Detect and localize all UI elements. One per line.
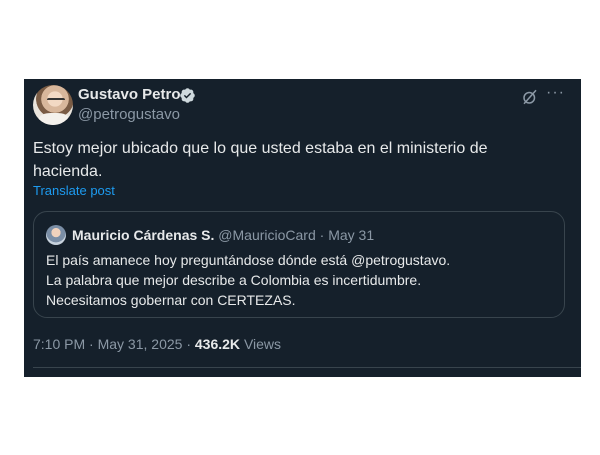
- views-count: 436.2K: [194, 336, 241, 352]
- avatar-glasses: [47, 98, 65, 104]
- quoted-author-name[interactable]: Mauricio Cárdenas S.: [72, 227, 214, 243]
- translate-link[interactable]: Translate post: [33, 183, 115, 199]
- divider: [33, 367, 581, 368]
- tweet-text-line: hacienda.: [33, 163, 103, 180]
- tweet-card[interactable]: Gustavo Petro @petrogustavo ··· Estoy me…: [24, 79, 581, 377]
- quoted-tweet[interactable]: Mauricio Cárdenas S. @MauricioCard · May…: [33, 211, 565, 318]
- quoted-avatar[interactable]: [46, 225, 66, 245]
- tweet-text-line: Estoy mejor ubicado que lo que usted est…: [33, 140, 488, 157]
- quoted-date[interactable]: May 31: [328, 227, 374, 243]
- author-handle[interactable]: @petrogustavo: [78, 106, 180, 124]
- post-date[interactable]: May 31, 2025: [98, 336, 183, 352]
- quoted-text-line: Necesitamos gobernar con CERTEZAS.: [46, 292, 296, 308]
- quoted-author-handle[interactable]: @MauricioCard: [218, 227, 315, 243]
- avatar[interactable]: [33, 85, 73, 125]
- post-time[interactable]: 7:10 PM: [33, 336, 85, 352]
- tweet-footer: 7:10 PM · May 31, 2025 · 436.2K Views: [33, 335, 281, 353]
- quoted-text-line: El país amanece hoy preguntándose dónde …: [46, 252, 451, 268]
- footer-separator: ·: [89, 336, 94, 352]
- verified-badge-icon: [180, 88, 195, 103]
- avatar-shirt: [39, 113, 69, 125]
- tweet-text: Estoy mejor ubicado que lo que usted est…: [33, 137, 553, 183]
- quoted-text-line: La palabra que mejor describe a Colombia…: [46, 272, 422, 288]
- author-name[interactable]: Gustavo Petro: [78, 86, 181, 104]
- quoted-header: Mauricio Cárdenas S. @MauricioCard · May…: [72, 226, 374, 244]
- quoted-text: El país amanece hoy preguntándose dónde …: [46, 250, 551, 310]
- footer-separator: ·: [186, 336, 191, 352]
- views-label: Views: [243, 336, 282, 352]
- quoted-separator: ·: [319, 227, 325, 243]
- more-icon[interactable]: ···: [546, 85, 566, 105]
- grok-icon[interactable]: [521, 88, 539, 106]
